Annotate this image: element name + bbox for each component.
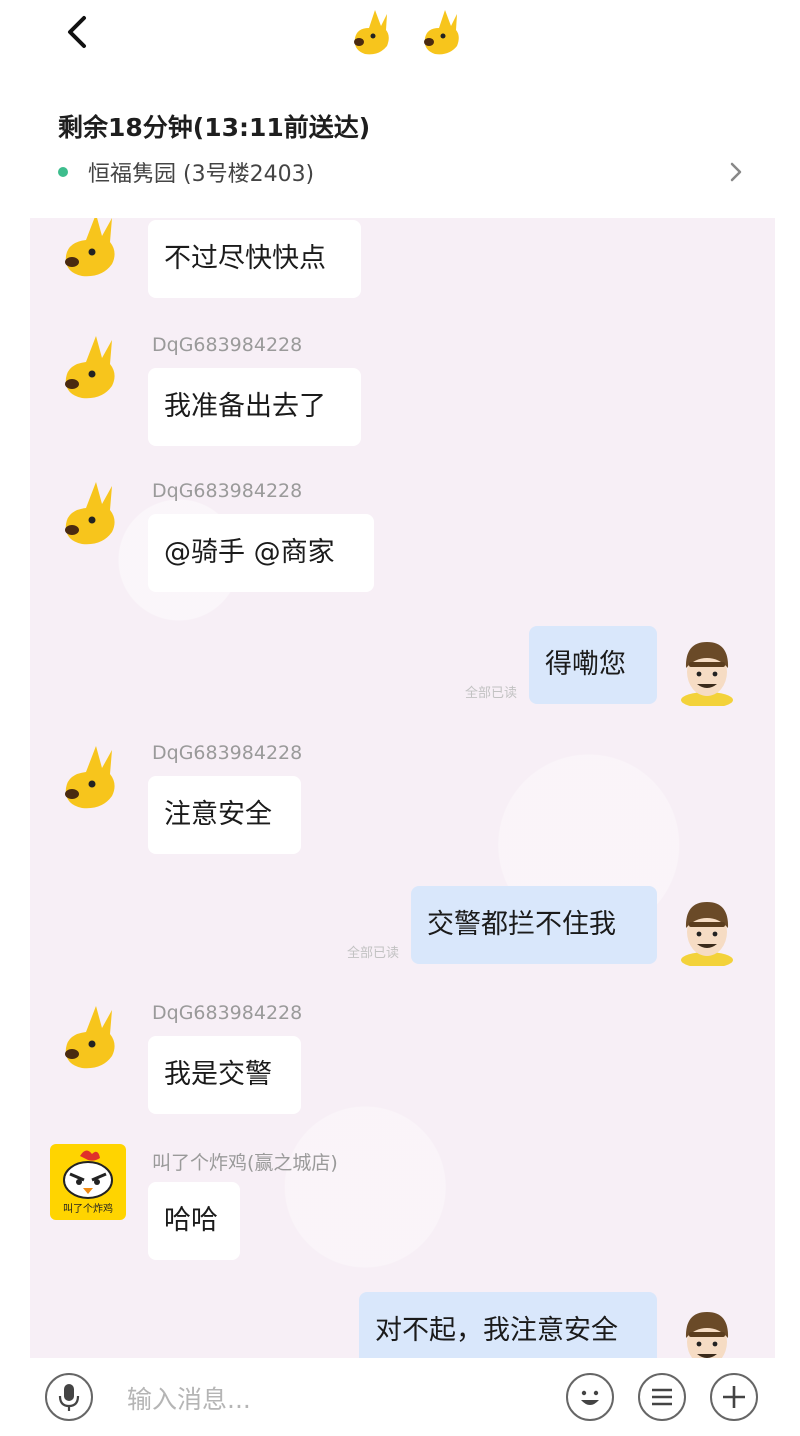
message-bubble[interactable]: 我是交警 [148, 1036, 301, 1114]
rider-avatar[interactable] [669, 1300, 745, 1358]
message-bubble[interactable]: 注意安全 [148, 776, 301, 854]
chat-title-avatars [345, 6, 465, 58]
order-info[interactable]: 剩余18分钟(13:11前送达) 恒福隽园 (3号楼2403) [0, 100, 800, 218]
delivery-eta: 剩余18分钟(13:11前送达) [58, 113, 371, 142]
kangaroo-avatar[interactable] [50, 218, 126, 284]
kangaroo-avatar[interactable] [50, 330, 126, 406]
chicken-shop-avatar[interactable]: 叫了个炸鸡 [50, 1144, 126, 1220]
sender-name: 叫了个炸鸡(赢之城店) [152, 1152, 338, 1174]
chat-area[interactable]: 不过尽快快点 DqG683984228 我准备出去了 DqG683984228 @骑手 … [30, 218, 775, 1358]
rider-avatar[interactable] [669, 890, 745, 968]
sender-name: DqG683984228 [152, 480, 303, 502]
quick-reply-icon[interactable] [638, 1373, 686, 1421]
chevron-right-icon[interactable] [728, 160, 744, 184]
message-bubble[interactable]: 哈哈 [148, 1182, 240, 1260]
message-bubble[interactable]: @骑手 @商家 [148, 514, 374, 592]
status-dot [58, 167, 68, 177]
microphone-icon[interactable] [45, 1373, 93, 1421]
message-input[interactable]: 输入消息... [127, 1380, 251, 1416]
message-bubble[interactable]: 交警都拦不住我 [411, 886, 657, 964]
sender-name: DqG683984228 [152, 742, 303, 764]
message-bubble[interactable]: 不过尽快快点 [148, 220, 361, 298]
sender-name: DqG683984228 [152, 1002, 303, 1024]
svg-text:叫了个炸鸡: 叫了个炸鸡 [63, 1202, 113, 1215]
sender-name: DqG683984228 [152, 334, 303, 356]
plus-icon[interactable] [710, 1373, 758, 1421]
message-bubble[interactable]: 得嘞您 [529, 626, 657, 704]
read-receipt: 全部已读 [346, 946, 399, 961]
message-bubble[interactable]: 我准备出去了 [148, 368, 361, 446]
kangaroo-icon [424, 10, 459, 55]
kangaroo-avatar[interactable] [50, 476, 126, 552]
delivery-address: 恒福隽园 (3号楼2403) [88, 162, 315, 187]
back-chevron-icon[interactable] [58, 10, 98, 54]
kangaroo-avatar[interactable] [50, 1000, 126, 1076]
kangaroo-icon [354, 10, 389, 55]
top-bar [0, 0, 800, 100]
rider-avatar[interactable] [669, 630, 745, 708]
kangaroo-avatar[interactable] [50, 740, 126, 816]
input-bar: 输入消息... [0, 1358, 800, 1436]
emoji-icon[interactable] [566, 1373, 614, 1421]
message-bubble[interactable]: 对不起，我注意安全 [359, 1292, 657, 1358]
read-receipt: 全部已读 [464, 686, 517, 701]
